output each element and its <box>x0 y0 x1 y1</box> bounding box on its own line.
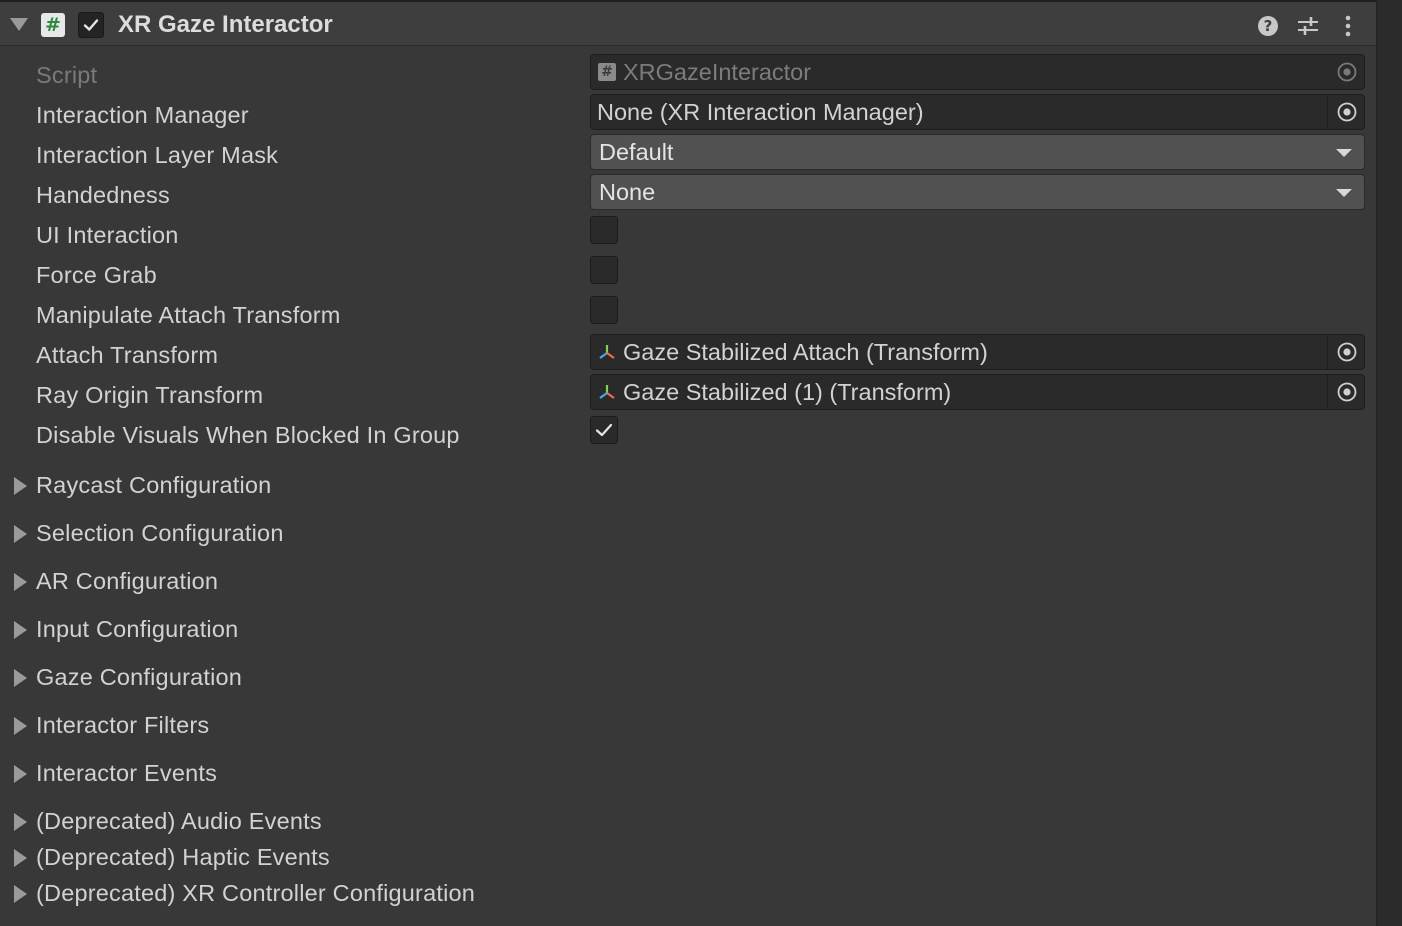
expand-arrow-icon[interactable] <box>14 621 27 639</box>
property-label: Disable Visuals When Blocked In Group <box>36 422 460 448</box>
interaction-manager-field[interactable]: None (XR Interaction Manager) <box>590 94 1365 130</box>
property-label: Manipulate Attach Transform <box>36 302 341 328</box>
expand-arrow-icon[interactable] <box>14 717 27 735</box>
foldout-label: Interactor Events <box>36 760 218 786</box>
transform-icon <box>599 385 615 399</box>
property-disable-visuals-when-blocked: Disable Visuals When Blocked In Group <box>0 414 1376 454</box>
component-enabled-checkbox[interactable] <box>78 12 104 38</box>
foldout-label: Gaze Configuration <box>36 664 243 690</box>
property-attach-transform: Attach Transform Gaze Stabilized Attach … <box>0 334 1376 374</box>
script-field: # XRGazeInteractor <box>590 54 1365 90</box>
property-label: Attach Transform <box>36 342 219 368</box>
property-label: Interaction Manager <box>36 102 249 128</box>
property-label: Ray Origin Transform <box>36 382 264 408</box>
expand-arrow-icon[interactable] <box>14 573 27 591</box>
dropdown-value: None <box>599 179 656 205</box>
handedness-dropdown[interactable]: None <box>590 174 1365 210</box>
expand-arrow-icon[interactable] <box>14 849 27 867</box>
expand-arrow-icon[interactable] <box>14 885 27 903</box>
disable-visuals-checkbox[interactable] <box>590 416 618 444</box>
checkmark-icon <box>595 423 613 437</box>
property-interaction-layer-mask: Interaction Layer Mask Default <box>0 134 1376 174</box>
foldout-input-configuration[interactable]: Input Configuration <box>0 610 1376 650</box>
svg-text:?: ? <box>1264 17 1273 35</box>
script-icon: # <box>598 63 616 81</box>
expand-arrow-icon[interactable] <box>14 669 27 687</box>
foldout-ar-configuration[interactable]: AR Configuration <box>0 562 1376 602</box>
foldout-gaze-configuration[interactable]: Gaze Configuration <box>0 658 1376 698</box>
foldout-label: Input Configuration <box>36 616 239 642</box>
divider <box>1327 335 1328 369</box>
expand-arrow-icon[interactable] <box>14 765 27 783</box>
divider <box>1327 95 1328 129</box>
foldout-deprecated-haptic-events[interactable]: (Deprecated) Haptic Events <box>0 838 1376 878</box>
property-handedness: Handedness None <box>0 174 1376 214</box>
foldout-label: (Deprecated) XR Controller Configuration <box>36 880 476 906</box>
foldout-label: (Deprecated) Audio Events <box>36 808 322 834</box>
more-options-icon[interactable] <box>1336 14 1360 38</box>
object-picker-icon[interactable] <box>1336 341 1358 363</box>
interaction-layer-mask-dropdown[interactable]: Default <box>590 134 1365 170</box>
foldout-deprecated-audio-events[interactable]: (Deprecated) Audio Events <box>0 802 1376 842</box>
attach-transform-field[interactable]: Gaze Stabilized Attach (Transform) <box>590 334 1365 370</box>
property-label: Force Grab <box>36 262 157 288</box>
checkmark-icon <box>83 19 99 31</box>
inspector-panel: # XR Gaze Interactor ? Script # XRGazeIn… <box>0 0 1376 926</box>
expand-arrow-icon[interactable] <box>14 525 27 543</box>
property-ui-interaction: UI Interaction <box>0 214 1376 254</box>
ray-origin-transform-field[interactable]: Gaze Stabilized (1) (Transform) <box>590 374 1365 410</box>
manipulate-attach-transform-checkbox[interactable] <box>590 296 618 324</box>
collapse-arrow-icon[interactable] <box>10 18 28 31</box>
foldout-deprecated-xr-controller-configuration[interactable]: (Deprecated) XR Controller Configuration <box>0 874 1376 914</box>
property-interaction-manager: Interaction Manager None (XR Interaction… <box>0 94 1376 134</box>
field-value: XRGazeInteractor <box>623 59 812 85</box>
object-picker-icon <box>1337 62 1357 82</box>
presets-icon[interactable] <box>1296 14 1320 38</box>
chevron-down-icon <box>1336 149 1352 157</box>
foldout-interactor-events[interactable]: Interactor Events <box>0 754 1376 794</box>
chevron-down-icon <box>1336 189 1352 197</box>
foldout-label: AR Configuration <box>36 568 219 594</box>
object-picker-icon[interactable] <box>1336 381 1358 403</box>
ui-interaction-checkbox[interactable] <box>590 216 618 244</box>
force-grab-checkbox[interactable] <box>590 256 618 284</box>
vertical-scrollbar[interactable] <box>1376 0 1402 926</box>
foldout-interactor-filters[interactable]: Interactor Filters <box>0 706 1376 746</box>
field-value: None (XR Interaction Manager) <box>597 99 924 125</box>
expand-arrow-icon[interactable] <box>14 477 27 495</box>
property-manipulate-attach-transform: Manipulate Attach Transform <box>0 294 1376 334</box>
field-value: Gaze Stabilized (1) (Transform) <box>623 379 952 405</box>
csharp-script-icon: # <box>41 13 65 37</box>
property-label: Script <box>36 62 98 88</box>
component-header[interactable]: # XR Gaze Interactor ? <box>0 0 1376 46</box>
help-icon[interactable]: ? <box>1256 14 1280 38</box>
property-label: Handedness <box>36 182 170 208</box>
foldout-label: Selection Configuration <box>36 520 284 546</box>
object-picker-icon[interactable] <box>1336 101 1358 123</box>
property-force-grab: Force Grab <box>0 254 1376 294</box>
divider <box>1327 375 1328 409</box>
dropdown-value: Default <box>599 139 674 165</box>
property-label: Interaction Layer Mask <box>36 142 279 168</box>
field-value: Gaze Stabilized Attach (Transform) <box>623 339 988 365</box>
transform-icon <box>599 345 615 359</box>
property-ray-origin-transform: Ray Origin Transform Gaze Stabilized (1)… <box>0 374 1376 414</box>
foldout-label: Interactor Filters <box>36 712 210 738</box>
foldout-selection-configuration[interactable]: Selection Configuration <box>0 514 1376 554</box>
property-script: Script # XRGazeInteractor <box>0 54 1376 94</box>
foldout-raycast-configuration[interactable]: Raycast Configuration <box>0 466 1376 506</box>
component-title: XR Gaze Interactor <box>118 11 333 38</box>
property-label: UI Interaction <box>36 222 179 248</box>
foldout-label: (Deprecated) Haptic Events <box>36 844 330 870</box>
foldout-label: Raycast Configuration <box>36 472 272 498</box>
expand-arrow-icon[interactable] <box>14 813 27 831</box>
